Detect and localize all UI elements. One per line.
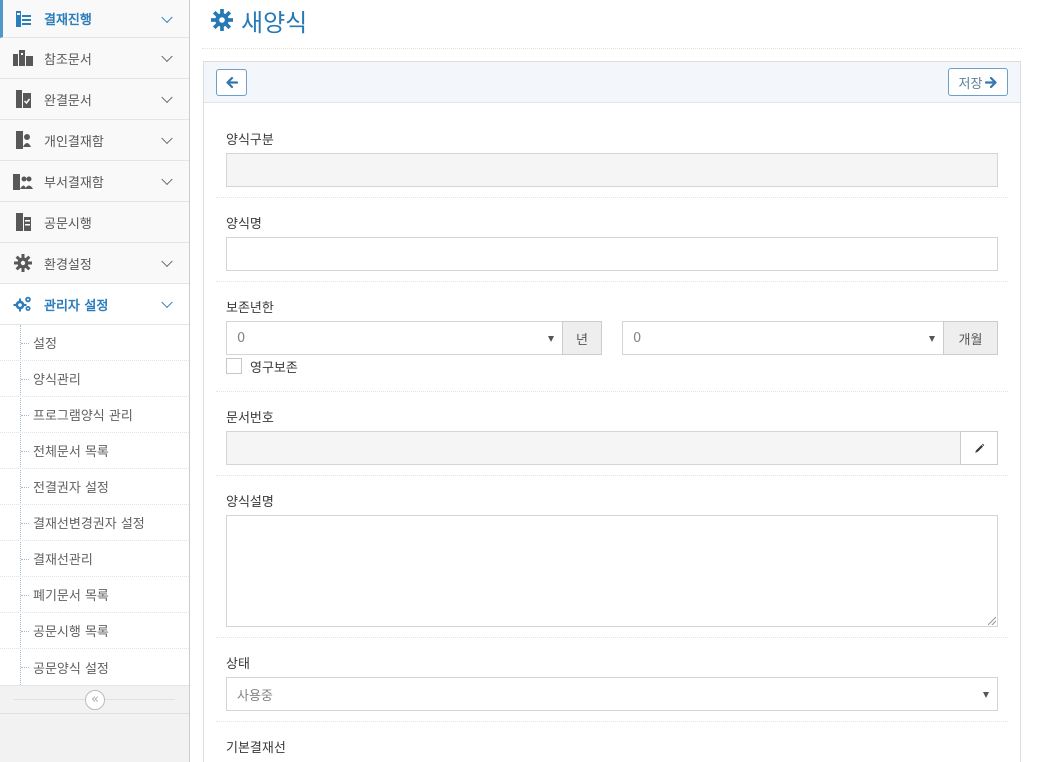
edit-docnum-button[interactable] [960, 431, 998, 465]
retention-years-unit: 년 [562, 321, 602, 355]
retention-months-unit: 개월 [943, 321, 998, 355]
sidebar-item-completed-docs[interactable]: 완결문서 [0, 79, 189, 120]
gear-icon [12, 253, 34, 273]
page-title: 새양식 [241, 8, 308, 37]
type-label: 양식구분 [226, 133, 274, 148]
permanent-checkbox[interactable] [226, 358, 242, 374]
sidebar-item-personal-approval-box[interactable]: 개인결재함 [0, 120, 189, 161]
caret-down-icon [548, 336, 554, 342]
chevron-down-icon [161, 173, 173, 186]
chevron-down-icon [161, 132, 173, 145]
submenu-item-line-change-authority[interactable]: 결재선변경권자 설정 [0, 505, 189, 541]
name-input[interactable] [226, 237, 998, 271]
permanent-label: 영구보존 [250, 361, 298, 376]
submenu-item-delegate-settings[interactable]: 전결권자 설정 [0, 469, 189, 505]
page-header: 새양식 [202, 0, 1022, 49]
chevron-down-icon [161, 296, 173, 309]
sidebar-item-label: 완결문서 [44, 93, 92, 109]
sidebar-item-department-approval-box[interactable]: 부서결재함 [0, 161, 189, 202]
divider [216, 281, 1008, 282]
sidebar-item-label: 참조문서 [44, 52, 92, 68]
cogs-icon [12, 294, 34, 314]
status-value: 사용중 [237, 688, 273, 704]
submenu-item-official-doc-list[interactable]: 공문시행 목록 [0, 613, 189, 649]
main-content: 새양식 저장 양식구분 양식명 보존년한 0 년 0 개월 영구보존 문서번호 … [190, 0, 1041, 762]
arrow-left-icon [225, 77, 238, 88]
sidebar-item-approval-progress[interactable]: 결재진행 [0, 0, 189, 38]
divider [216, 721, 1008, 722]
name-label: 양식명 [226, 217, 262, 232]
sidebar-item-settings[interactable]: 환경설정 [0, 243, 189, 284]
docnum-field [226, 431, 962, 465]
status-label: 상태 [226, 657, 250, 672]
collapse-sidebar-icon[interactable]: « [85, 690, 105, 710]
reference-docs-icon [12, 48, 34, 68]
retention-years-select[interactable]: 0 [226, 321, 563, 355]
chevron-down-icon [161, 11, 173, 23]
sidebar: 결재진행 참조문서 완결문서 개인결재함 부서결재함 공문시행 환경설정 관리자… [0, 0, 190, 762]
sidebar-item-label: 공문시행 [44, 216, 92, 232]
retention-label: 보존년한 [226, 301, 274, 316]
docnum-label: 문서번호 [226, 411, 274, 426]
official-document-icon [12, 212, 34, 232]
save-button[interactable]: 저장 [948, 68, 1008, 96]
resize-grip-icon[interactable] [988, 617, 996, 625]
default-line-label: 기본결재선 [226, 741, 286, 756]
sidebar-item-admin-settings[interactable]: 관리자 설정 [0, 284, 189, 325]
sidebar-collapse-bar: « [0, 686, 189, 714]
back-button[interactable] [216, 69, 247, 96]
department-approval-box-icon [12, 171, 34, 191]
form-widget: 저장 양식구분 양식명 보존년한 0 년 0 개월 영구보존 문서번호 양식설명… [203, 61, 1021, 762]
sidebar-item-label: 부서결재함 [44, 175, 104, 191]
admin-submenu: 설정 양식관리 프로그램양식 관리 전체문서 목록 전결권자 설정 결재선변경권… [0, 325, 189, 686]
arrow-right-icon [985, 76, 998, 88]
save-label: 저장 [958, 76, 983, 92]
description-textarea[interactable] [226, 515, 998, 627]
approval-progress-icon [12, 9, 34, 29]
caret-down-icon [983, 692, 989, 698]
caret-down-icon [929, 336, 935, 342]
sidebar-item-label: 결재진행 [44, 13, 92, 28]
divider [216, 391, 1008, 392]
submenu-item-official-form-settings[interactable]: 공문양식 설정 [0, 649, 189, 685]
submenu-item-settings[interactable]: 설정 [0, 325, 189, 361]
widget-toolbar: 저장 [204, 62, 1020, 103]
chevron-down-icon [161, 91, 173, 104]
submenu-item-all-documents[interactable]: 전체문서 목록 [0, 433, 189, 469]
divider [216, 197, 1008, 198]
personal-approval-box-icon [12, 130, 34, 150]
sidebar-item-label: 관리자 설정 [44, 298, 109, 314]
submenu-item-discarded-documents[interactable]: 폐기문서 목록 [0, 577, 189, 613]
retention-years-value: 0 [237, 330, 246, 346]
chevron-down-icon [161, 255, 173, 268]
sidebar-item-label: 개인결재함 [44, 134, 104, 150]
submenu-item-form-management[interactable]: 양식관리 [0, 361, 189, 397]
status-select[interactable]: 사용중 [226, 677, 998, 711]
retention-months-value: 0 [633, 330, 642, 346]
retention-months-select[interactable]: 0 [622, 321, 944, 355]
type-field [226, 153, 998, 187]
pencil-icon [974, 443, 985, 454]
submenu-item-program-form-management[interactable]: 프로그램양식 관리 [0, 397, 189, 433]
sidebar-item-reference-docs[interactable]: 참조문서 [0, 38, 189, 79]
desc-label: 양식설명 [226, 495, 274, 510]
sidebar-item-official-document[interactable]: 공문시행 [0, 202, 189, 243]
submenu-item-approval-line-management[interactable]: 결재선관리 [0, 541, 189, 577]
gear-icon [211, 9, 233, 31]
chevron-down-icon [161, 50, 173, 63]
divider [216, 637, 1008, 638]
completed-docs-icon [12, 89, 34, 109]
sidebar-item-label: 환경설정 [44, 257, 92, 273]
divider [216, 475, 1008, 476]
